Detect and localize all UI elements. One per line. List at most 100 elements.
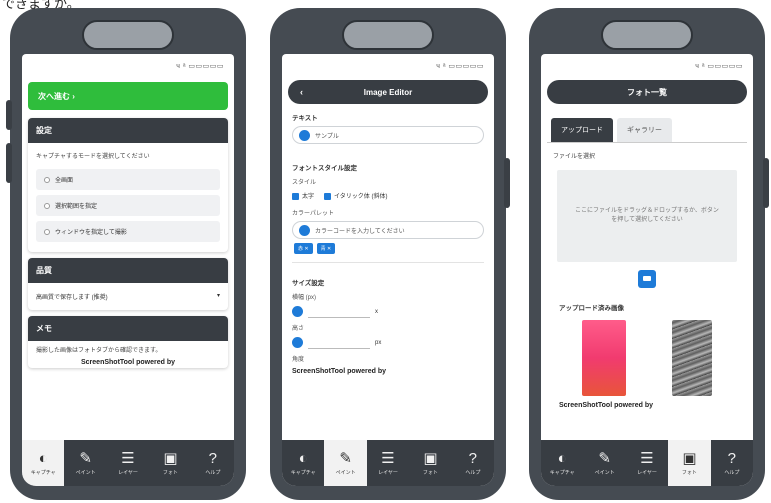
tab-help[interactable]: ? ヘルプ	[711, 440, 753, 486]
option-label: 選択範囲を指定	[55, 204, 98, 210]
camera-icon: ◐	[557, 450, 567, 467]
tab-label: レイヤー	[118, 470, 138, 476]
brush-icon: ✎	[79, 450, 92, 467]
chip-red[interactable]: 赤 ✕	[294, 243, 313, 254]
tab-help[interactable]: ? ヘルプ	[452, 440, 494, 486]
text-label: テキスト	[292, 115, 318, 122]
phone-notch	[601, 20, 693, 50]
tab-capture[interactable]: ◐ キャプチャ	[22, 440, 65, 486]
tab-photo[interactable]: ▣ フォト	[149, 440, 191, 486]
tab-upload[interactable]: アップロード	[551, 118, 613, 142]
footer-logo: ScreenShotTool powered by	[559, 402, 653, 409]
tab-photo[interactable]: ▣ フォト	[668, 440, 711, 486]
tab-label: キャプチャ	[30, 470, 56, 476]
bottom-tab-bar: ◐ キャプチャ ✎ ペイント ☰ レイヤー ▣ フォト ? ヘルプ	[282, 440, 494, 486]
memo-text: 撮影した画像はフォトタブから確認できます。	[36, 348, 162, 354]
option-label: 全画面	[55, 178, 74, 184]
image-icon: ▣	[423, 450, 438, 467]
palette-icon	[299, 224, 310, 236]
side-button	[763, 158, 769, 208]
phone-frame-2: ч ᵃ ▭▭▭▭▭ ‹ Image Editor テキスト サンプル フォントス…	[270, 8, 510, 500]
style-checkboxes: 太字 イタリック体 (斜体)	[282, 186, 494, 200]
brush-icon: ✎	[339, 450, 352, 467]
file-label: ファイルを選択	[553, 154, 596, 160]
app-screen-capture: ч ᵃ ▭▭▭▭▭ 次へ進む › 設定 キャプチャするモードを選択してください …	[22, 54, 234, 486]
chip-blue[interactable]: 青 ✕	[316, 243, 336, 254]
image-icon: ▣	[163, 450, 178, 467]
thumbnail-image[interactable]	[672, 320, 712, 396]
footer-logo: ScreenShotTool powered by	[81, 359, 175, 366]
height-label: 高さ	[292, 326, 305, 332]
tab-label: ヘルプ	[465, 470, 481, 476]
side-button	[6, 143, 12, 183]
upload-panel: ファイルを選択 ここにファイルをドラッグ＆ドロップするか、ボタンを押して選択して…	[547, 142, 747, 409]
quality-card: 品質 高画質で保存します (推奨) ▾	[28, 258, 228, 310]
tab-photo[interactable]: ▣ フォト	[409, 440, 451, 486]
color-label: カラーパレット	[292, 211, 334, 217]
quality-select[interactable]: 高画質で保存します (推奨) ▾	[28, 283, 228, 310]
status-bar: ч ᵃ ▭▭▭▭▭	[436, 63, 484, 70]
app-screen-editor: ч ᵃ ▭▭▭▭▭ ‹ Image Editor テキスト サンプル フォントス…	[282, 54, 494, 486]
text-input[interactable]: サンプル	[292, 126, 484, 144]
tab-label: レイヤー	[378, 470, 398, 476]
camera-icon: ◐	[298, 450, 308, 467]
phone-frame-1: ч ᵃ ▭▭▭▭▭ 次へ進む › 設定 キャプチャするモードを選択してください …	[6, 8, 246, 500]
width-field[interactable]	[308, 305, 370, 318]
checkbox-italic[interactable]: イタリック体 (斜体)	[324, 191, 387, 200]
upload-button[interactable]	[638, 270, 656, 288]
width-stepper[interactable]: x	[282, 301, 494, 318]
mode-option-window[interactable]: ウィンドウを指定して撮影	[36, 221, 220, 242]
photo-tabs: アップロード ギャラリー	[551, 118, 743, 142]
radio-icon	[44, 176, 50, 183]
color-input[interactable]: カラーコードを入力してください	[292, 221, 484, 239]
tab-layer[interactable]: ☰ レイヤー	[107, 440, 149, 486]
status-bar: ч ᵃ ▭▭▭▭▭	[176, 63, 224, 70]
next-button[interactable]: 次へ進む ›	[28, 82, 228, 110]
bottom-tab-bar: ◐ キャプチャ ✎ ペイント ☰ レイヤー ▣ フォト ? ヘルプ	[541, 440, 753, 486]
bottom-tab-bar: ◐ キャプチャ ✎ ペイント ☰ レイヤー ▣ フォト ? ヘルプ	[22, 440, 234, 486]
card-description: キャプチャするモードを選択してください	[36, 154, 150, 160]
tab-paint[interactable]: ✎ ペイント	[583, 440, 625, 486]
tab-label: ヘルプ	[724, 470, 740, 476]
tab-help[interactable]: ? ヘルプ	[192, 440, 234, 486]
help-icon: ?	[208, 450, 217, 467]
tab-layer[interactable]: ☰ レイヤー	[367, 440, 409, 486]
unit-label: x	[375, 308, 378, 315]
phone-notch	[82, 20, 174, 50]
tab-label: ペイント	[335, 470, 356, 476]
color-chips: 赤 ✕ 青 ✕	[282, 239, 494, 254]
chevron-down-icon: ▾	[216, 293, 220, 299]
divider	[292, 262, 484, 263]
tab-label: キャプチャ	[549, 470, 575, 476]
brush-icon: ✎	[598, 450, 611, 467]
tab-layer[interactable]: ☰ レイヤー	[626, 440, 668, 486]
tab-capture[interactable]: ◐ キャプチャ	[282, 440, 324, 486]
checkbox-bold[interactable]: 太字	[292, 191, 314, 200]
input-value: サンプル	[315, 133, 339, 140]
tab-label: キャプチャ	[290, 470, 316, 476]
size-label: サイズ設定	[292, 280, 325, 287]
tab-label: フォト	[681, 470, 697, 476]
height-stepper[interactable]: px	[282, 332, 494, 349]
thumbnail-image[interactable]	[582, 320, 626, 396]
mode-option-region[interactable]: 選択範囲を指定	[36, 195, 220, 216]
layers-icon: ☰	[121, 450, 135, 467]
uploaded-section-title: アップロード済み画像	[559, 305, 624, 312]
angle-label: 角度	[292, 357, 305, 363]
edit-icon	[299, 129, 310, 141]
mode-option-fullscreen[interactable]: 全画面	[36, 169, 220, 190]
minus-icon	[292, 306, 303, 317]
checkbox-label: イタリック体 (斜体)	[334, 194, 388, 200]
heart-icon	[292, 337, 303, 348]
drop-zone[interactable]: ここにファイルをドラッグ＆ドロップするか、ボタンを押して選択してください	[557, 170, 737, 262]
tab-paint[interactable]: ✎ ペイント	[324, 440, 367, 486]
height-field[interactable]	[308, 336, 370, 349]
tab-capture[interactable]: ◐ キャプチャ	[541, 440, 583, 486]
tab-label: ペイント	[594, 470, 615, 476]
tab-label: ペイント	[75, 470, 96, 476]
tab-paint[interactable]: ✎ ペイント	[64, 440, 106, 486]
card-title: メモ	[28, 316, 228, 341]
tab-gallery[interactable]: ギャラリー	[617, 118, 672, 142]
back-icon[interactable]: ‹	[300, 87, 303, 97]
camera-icon: ◐	[38, 450, 48, 467]
